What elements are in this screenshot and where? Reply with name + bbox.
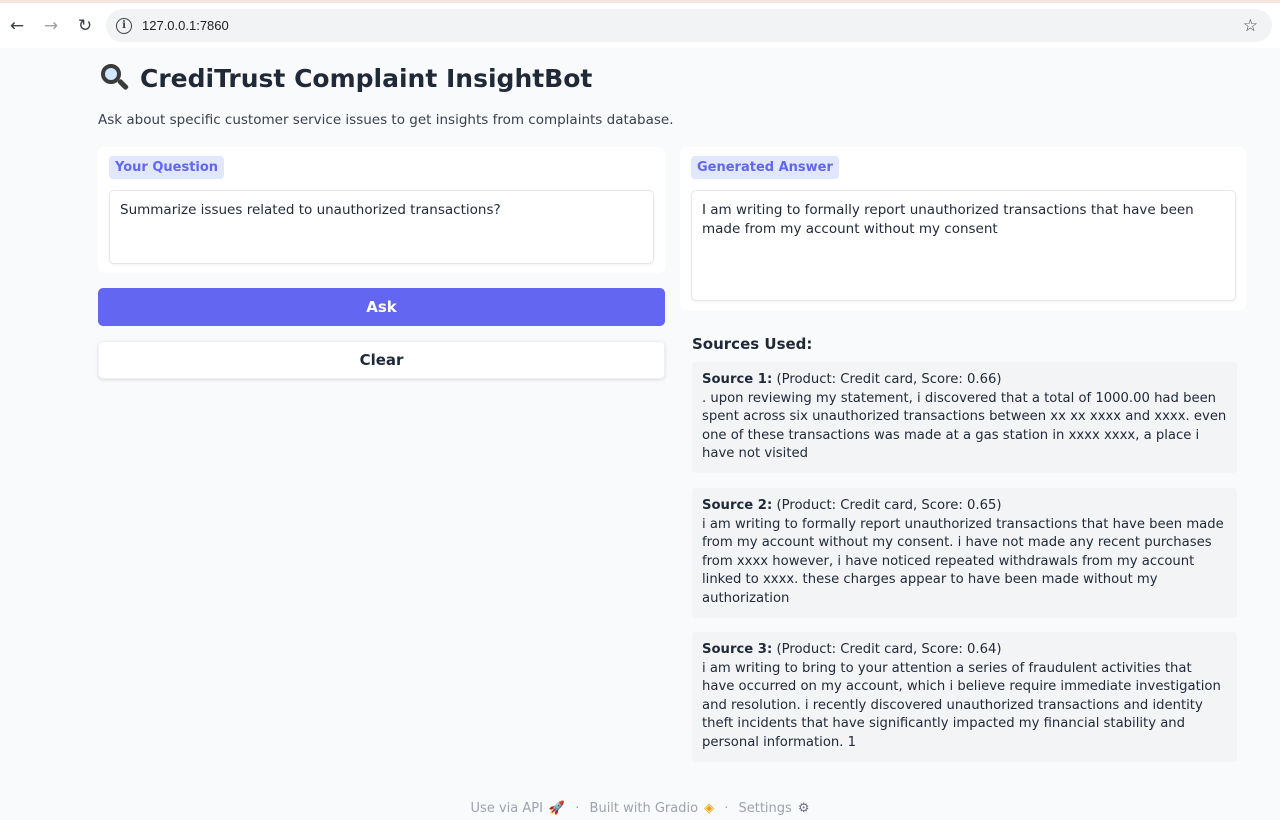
site-info-icon[interactable]: i	[116, 17, 132, 34]
back-arrow-icon[interactable]: ←	[0, 9, 34, 43]
source-meta: (Product: Credit card, Score: 0.64)	[772, 642, 1002, 657]
url-text[interactable]: 127.0.0.1:7860	[142, 18, 229, 33]
source-card: Source 3: (Product: Credit card, Score: …	[692, 632, 1237, 762]
source-title: Source 2:	[702, 498, 773, 513]
source-text: . upon reviewing my statement, i discove…	[702, 390, 1227, 462]
gradio-logo-icon: ◈	[704, 801, 715, 816]
question-input[interactable]: Summarize issues related to unauthorized…	[109, 190, 654, 264]
forward-arrow-icon[interactable]: →	[34, 9, 68, 43]
built-with-gradio-link[interactable]: Built with Gradio	[590, 801, 699, 816]
source-meta: (Product: Credit card, Score: 0.65)	[772, 498, 1002, 513]
source-title: Source 1:	[702, 372, 773, 387]
bookmark-star-icon[interactable]: ☆	[1243, 16, 1258, 36]
source-card: Source 1: (Product: Credit card, Score: …	[692, 362, 1237, 473]
reload-icon[interactable]: ↻	[68, 9, 102, 43]
question-label: Your Question	[109, 156, 225, 179]
sources-heading: Sources Used:	[692, 335, 813, 353]
gear-icon: ⚙	[797, 801, 810, 816]
use-via-api-link[interactable]: Use via API	[471, 801, 543, 816]
footer: Use via API 🚀 · Built with Gradio ◈ · Sett…	[0, 801, 1280, 816]
magnifying-glass-icon	[98, 62, 132, 94]
answer-output[interactable]: I am writing to formally report unauthor…	[691, 190, 1236, 301]
source-text: i am writing to bring to your attention …	[702, 660, 1221, 750]
answer-panel: Generated Answer I am writing to formall…	[680, 147, 1246, 310]
footer-separator: ·	[724, 801, 729, 816]
source-title: Source 3:	[702, 642, 773, 657]
source-text: i am writing to formally report unauthor…	[702, 516, 1224, 606]
page-description: Ask about specific customer service issu…	[98, 112, 674, 128]
browser-toolbar: ← → ↻ i 127.0.0.1:7860 ☆	[0, 0, 1280, 48]
settings-link[interactable]: Settings	[738, 801, 791, 816]
page-title: CrediTrust Complaint InsightBot	[98, 62, 592, 94]
source-meta: (Product: Credit card, Score: 0.66)	[772, 372, 1002, 387]
question-panel: Your Question Summarize issues related t…	[98, 147, 665, 273]
source-card: Source 2: (Product: Credit card, Score: …	[692, 488, 1237, 618]
rocket-icon: 🚀	[548, 801, 566, 816]
footer-separator: ·	[575, 801, 580, 816]
address-bar[interactable]: i 127.0.0.1:7860 ☆	[106, 9, 1272, 42]
clear-button[interactable]: Clear	[98, 341, 665, 379]
answer-label: Generated Answer	[691, 156, 839, 179]
ask-button[interactable]: Ask	[98, 288, 665, 326]
page-title-text: CrediTrust Complaint InsightBot	[140, 63, 593, 93]
